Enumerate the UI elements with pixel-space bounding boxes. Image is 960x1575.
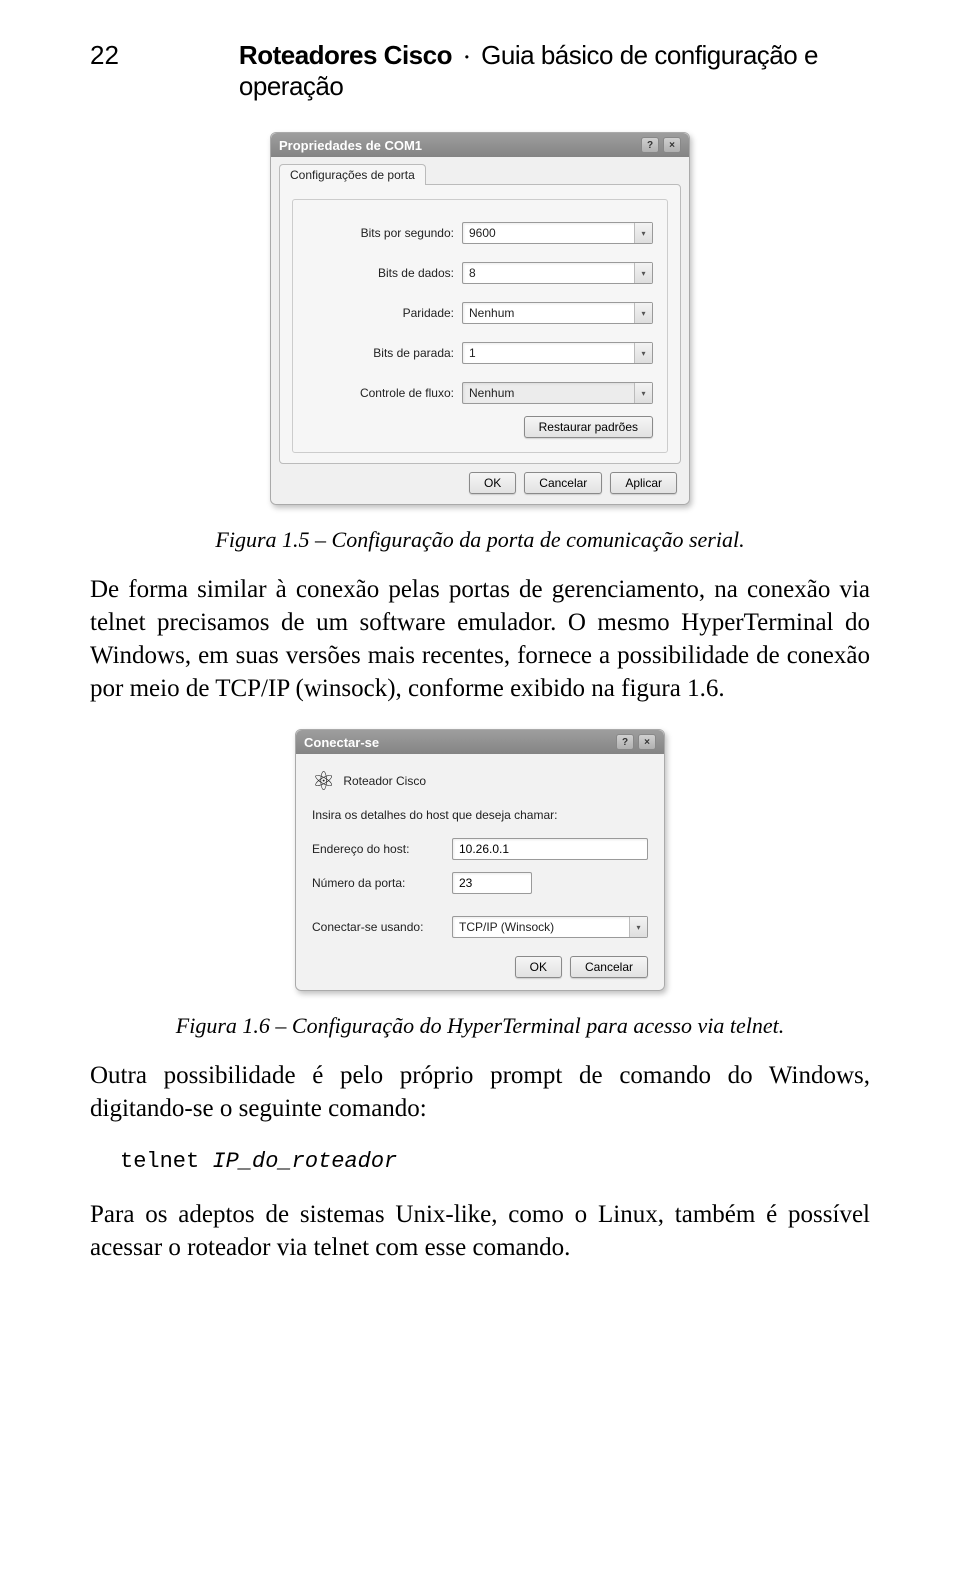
chevron-down-icon[interactable]: ▾ [634, 223, 652, 243]
cancel-button[interactable]: Cancelar [524, 472, 602, 494]
figure-1-5-caption: Figura 1.5 – Configuração da porta de co… [90, 527, 870, 553]
help-icon[interactable]: ? [641, 137, 659, 153]
com1-properties-dialog: Propriedades de COM1 ? × Configurações d… [270, 132, 690, 505]
body-paragraph-3: Para os adeptos de sistemas Unix-like, c… [90, 1198, 870, 1264]
label-flow-control: Controle de fluxo: [307, 386, 462, 400]
chevron-down-icon[interactable]: ▾ [629, 917, 647, 937]
body-paragraph-1: De forma similar à conexão pelas portas … [90, 573, 870, 705]
dialog-title: Conectar-se [304, 735, 379, 750]
book-title-left: Roteadores Cisco [239, 40, 452, 70]
combo-connect-using[interactable]: TCP/IP (Winsock) ▾ [452, 916, 648, 938]
combo-value: 9600 [469, 226, 634, 240]
apply-button[interactable]: Aplicar [610, 472, 677, 494]
cancel-button[interactable]: Cancelar [570, 956, 648, 978]
tab-port-settings[interactable]: Configurações de porta [279, 164, 426, 185]
page-number: 22 [90, 40, 119, 71]
connection-name: Roteador Cisco [343, 774, 426, 788]
chevron-down-icon[interactable]: ▾ [634, 303, 652, 323]
dialog-title: Propriedades de COM1 [279, 138, 422, 153]
combo-parity[interactable]: Nenhum ▾ [462, 302, 653, 324]
connection-icon: ⚛ [312, 768, 335, 794]
ok-button[interactable]: OK [469, 472, 516, 494]
chevron-down-icon[interactable]: ▾ [634, 343, 652, 363]
port-number-input[interactable] [452, 872, 532, 894]
body-paragraph-2: Outra possibilidade é pelo próprio promp… [90, 1059, 870, 1125]
restore-defaults-button[interactable]: Restaurar padrões [524, 416, 653, 438]
help-icon[interactable]: ? [616, 734, 634, 750]
dialog-titlebar[interactable]: Propriedades de COM1 ? × [271, 133, 689, 157]
combo-value: Nenhum [469, 306, 634, 320]
label-host-address: Endereço do host: [312, 842, 452, 856]
close-icon[interactable]: × [638, 734, 656, 750]
host-address-input[interactable] [452, 838, 648, 860]
label-data-bits: Bits de dados: [307, 266, 462, 280]
combo-value: 8 [469, 266, 634, 280]
combo-flow-control[interactable]: Nenhum ▾ [462, 382, 653, 404]
combo-value: Nenhum [469, 386, 634, 400]
combo-data-bits[interactable]: 8 ▾ [462, 262, 653, 284]
port-settings-pane: Bits por segundo: 9600 ▾ Bits de dados: … [279, 184, 681, 464]
combo-stop-bits[interactable]: 1 ▾ [462, 342, 653, 364]
figure-1-6-caption: Figura 1.6 – Configuração do HyperTermin… [90, 1013, 870, 1039]
label-parity: Paridade: [307, 306, 462, 320]
instruction-text: Insira os detalhes do host que deseja ch… [312, 808, 648, 822]
code-argument: IP_do_roteador [212, 1149, 397, 1174]
combo-value: 1 [469, 346, 634, 360]
label-connect-using: Conectar-se usando: [312, 920, 452, 934]
chevron-down-icon[interactable]: ▾ [634, 263, 652, 283]
dialog-titlebar[interactable]: Conectar-se ? × [296, 730, 664, 754]
header-separator: • [459, 50, 475, 64]
chevron-down-icon[interactable]: ▾ [634, 383, 652, 403]
combo-value: TCP/IP (Winsock) [459, 920, 629, 934]
connect-dialog: Conectar-se ? × ⚛ Roteador Cisco Insira … [295, 729, 665, 991]
port-settings-group: Bits por segundo: 9600 ▾ Bits de dados: … [292, 199, 668, 453]
ok-button[interactable]: OK [515, 956, 562, 978]
telnet-command: telnet IP_do_roteador [120, 1149, 870, 1174]
code-command: telnet [120, 1149, 199, 1174]
label-bits-per-second: Bits por segundo: [307, 226, 462, 240]
combo-bits-per-second[interactable]: 9600 ▾ [462, 222, 653, 244]
close-icon[interactable]: × [663, 137, 681, 153]
running-header: Roteadores Cisco • Guia básico de config… [239, 40, 870, 102]
label-port-number: Número da porta: [312, 876, 452, 890]
label-stop-bits: Bits de parada: [307, 346, 462, 360]
